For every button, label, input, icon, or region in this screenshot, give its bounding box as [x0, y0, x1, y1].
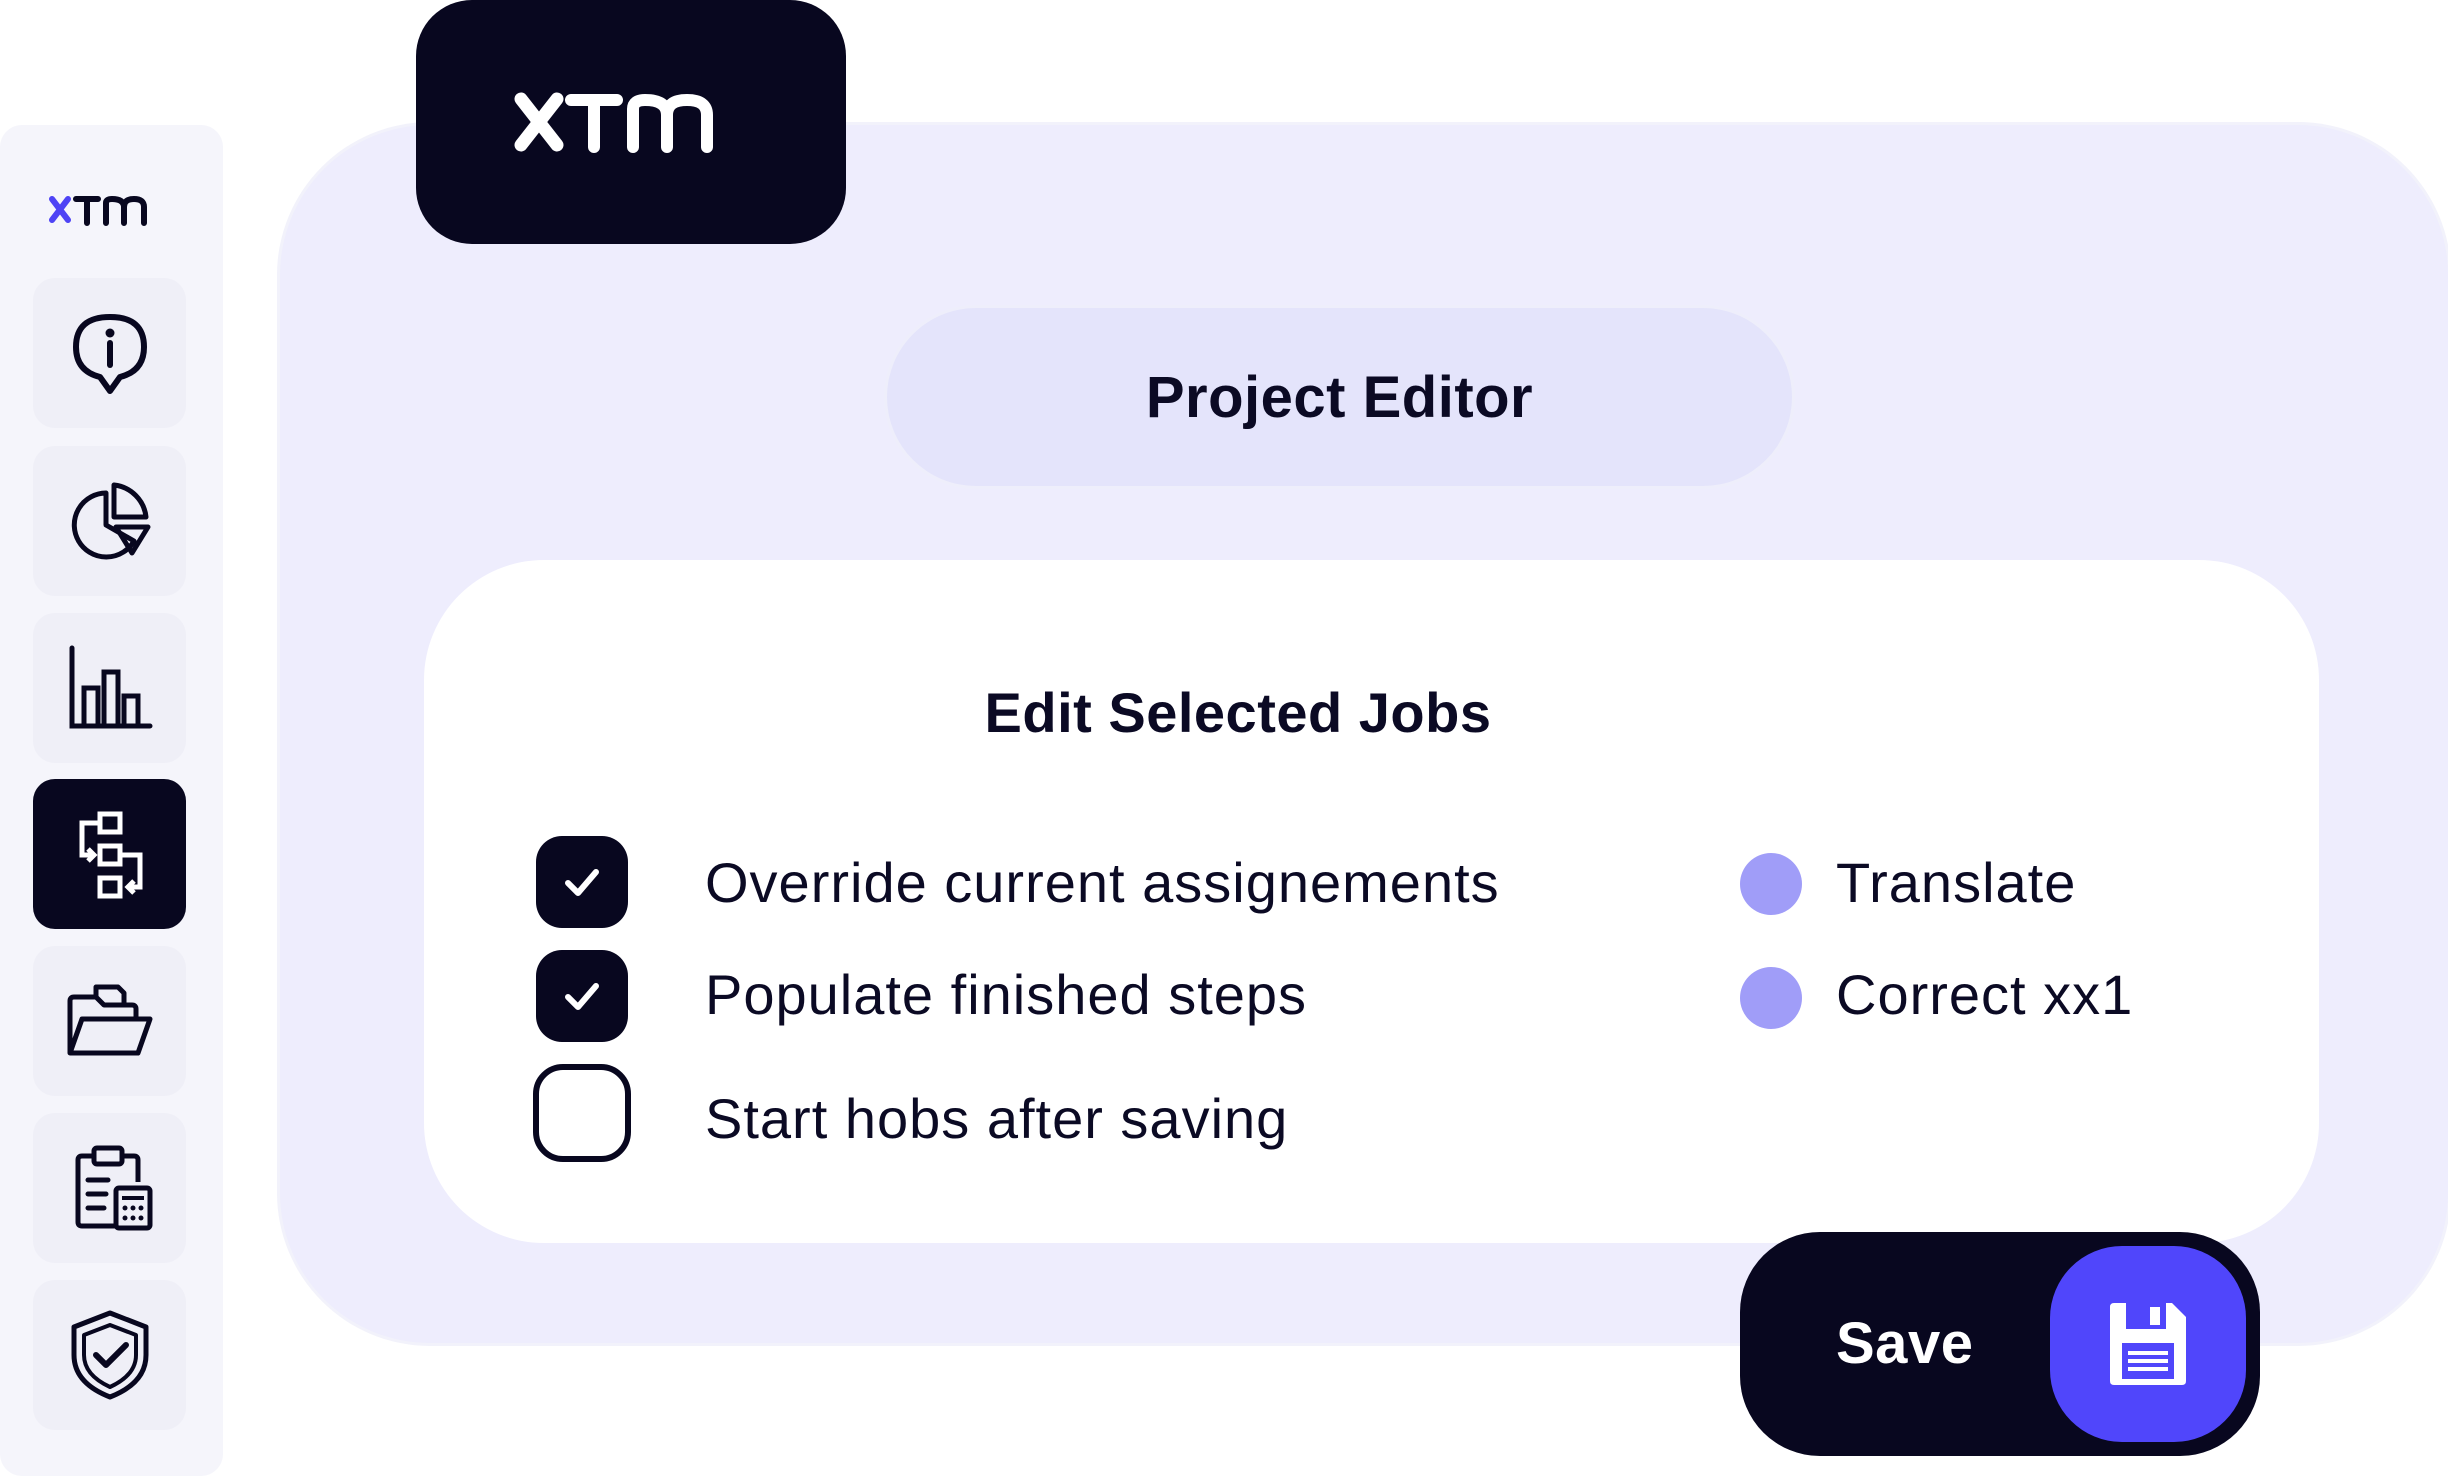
override-assignments-label: Override current assignements — [705, 851, 1500, 914]
translate-step-label: Translate — [1836, 851, 2077, 914]
page-title: Project Editor — [1145, 364, 1534, 430]
folder-icon — [67, 984, 152, 1056]
project-editor-header: Project Editor — [887, 308, 1792, 486]
xtm-logo — [514, 92, 713, 153]
floppy-disk-icon — [2110, 1303, 2186, 1385]
sidebar-item-invoices[interactable] — [33, 1113, 186, 1263]
populate-steps-checkbox[interactable] — [536, 950, 628, 1042]
correct-step-label: Correct xx1 — [1836, 963, 2134, 1026]
checkmark-icon — [565, 869, 599, 896]
dialog-title: Edit Selected Jobs — [0, 680, 2448, 745]
dialog-title-text: Edit Selected Jobs — [984, 681, 1492, 744]
sidebar-item-files[interactable] — [33, 946, 186, 1096]
sidebar-item-workflow[interactable] — [33, 779, 186, 929]
checkmark-icon — [565, 983, 599, 1010]
start-jobs-checkbox[interactable] — [533, 1064, 631, 1162]
override-assignments-checkbox[interactable] — [536, 836, 628, 928]
workflow-icon — [79, 811, 142, 899]
brand-logo-block — [416, 0, 846, 244]
sidebar-item-analytics[interactable] — [33, 446, 186, 596]
info-pin-icon — [72, 314, 147, 394]
save-icon-box — [2050, 1246, 2246, 1442]
populate-steps-label: Populate finished steps — [705, 963, 1308, 1026]
start-jobs-label: Start hobs after saving — [705, 1087, 1289, 1150]
correct-step-dot — [1740, 967, 1802, 1029]
xtm-logo-small — [49, 195, 147, 226]
save-button-label: Save — [1836, 1311, 1974, 1376]
sidebar-item-info[interactable] — [33, 278, 186, 428]
save-button[interactable]: Save — [1740, 1232, 2260, 1456]
translate-step-dot — [1740, 853, 1802, 915]
sidebar-item-security[interactable] — [33, 1280, 186, 1430]
shield-check-icon — [71, 1310, 148, 1400]
clipboard-calculator-icon — [75, 1145, 152, 1231]
pie-chart-icon — [71, 482, 150, 560]
